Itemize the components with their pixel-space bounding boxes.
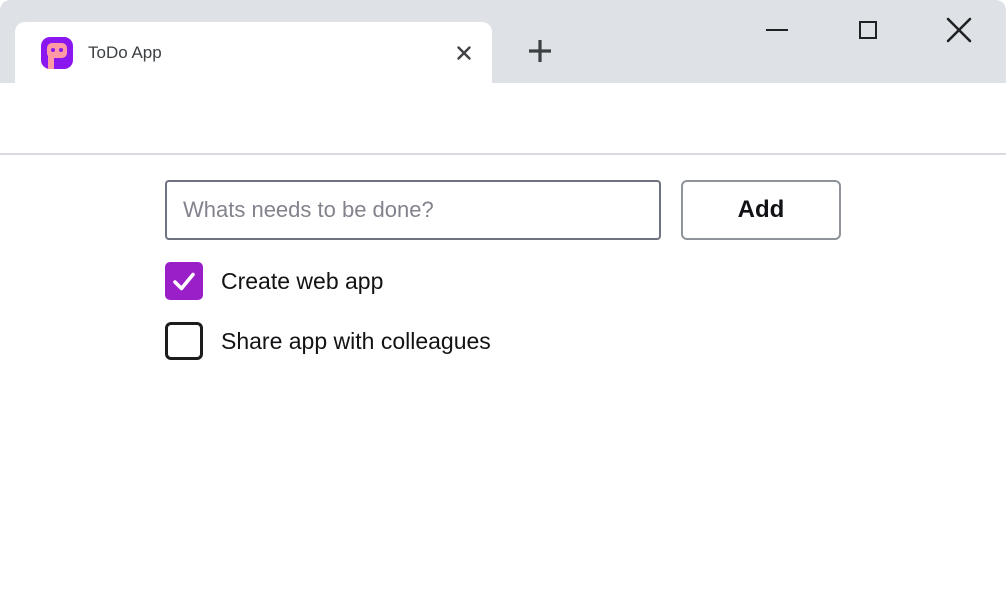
add-todo-button[interactable]: Add: [681, 180, 841, 240]
close-icon: [945, 16, 973, 44]
checkmark-icon: [165, 262, 203, 300]
todo-checkbox-unchecked[interactable]: [165, 322, 203, 360]
todo-label: Share app with colleagues: [221, 328, 491, 355]
new-tab-button[interactable]: [524, 36, 556, 66]
todo-item: Create web app: [165, 261, 383, 301]
window-close-button[interactable]: [937, 10, 981, 50]
browser-toolbar: localhost:3000/public/todo-app: [0, 83, 1006, 155]
tab-strip: ToDo App: [0, 0, 1006, 83]
plus-icon: [525, 36, 555, 66]
page-content: Add Create web app Share app with collea…: [0, 155, 1006, 593]
tab-close-button[interactable]: [450, 39, 478, 67]
tab-title: ToDo App: [88, 43, 450, 63]
window-maximize-button[interactable]: [846, 10, 890, 50]
close-icon: [453, 42, 475, 64]
window-minimize-button[interactable]: [755, 10, 799, 50]
todo-app-favicon-icon: [41, 37, 73, 69]
todo-item: Share app with colleagues: [165, 321, 491, 361]
todo-label: Create web app: [221, 268, 383, 295]
maximize-icon: [859, 21, 877, 39]
browser-tab[interactable]: ToDo App: [15, 22, 492, 83]
browser-window: ToDo App: [0, 0, 1006, 593]
new-todo-input[interactable]: [165, 180, 661, 240]
minimize-icon: [766, 29, 788, 32]
todo-checkbox-checked[interactable]: [165, 262, 203, 300]
